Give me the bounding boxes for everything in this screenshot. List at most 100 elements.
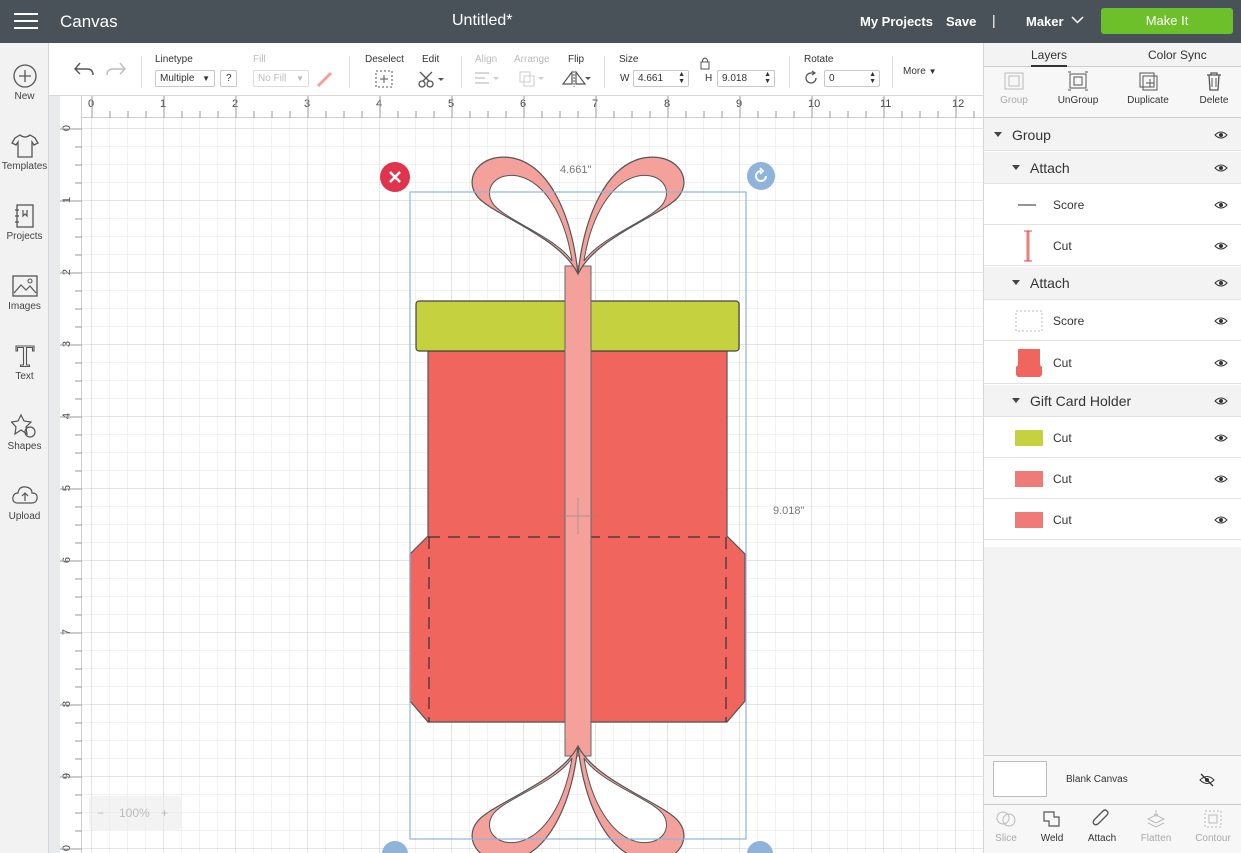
lock-handle-icon[interactable] [382, 841, 408, 853]
align-icon[interactable] [473, 70, 501, 88]
resize-handle-icon[interactable] [747, 841, 773, 853]
toolbar-divider [789, 56, 790, 88]
eye-icon[interactable] [1214, 278, 1228, 288]
sidebar-item-templates[interactable]: Templates [0, 133, 49, 172]
layer-gift-card-holder[interactable]: Gift Card Holder [984, 385, 1241, 417]
eye-icon[interactable] [1214, 433, 1228, 443]
fill-select[interactable]: No Fill ▼ [253, 70, 309, 87]
scissors-edit-icon[interactable] [417, 69, 445, 89]
eye-icon[interactable] [1214, 163, 1228, 173]
layer-cut[interactable]: Cut [984, 500, 1241, 540]
layer-score[interactable]: Score [984, 301, 1241, 341]
layer-name: Gift Card Holder [1030, 392, 1132, 409]
edit-label: Edit [422, 54, 440, 65]
eye-icon[interactable] [1214, 396, 1228, 406]
plus-circle-icon [12, 64, 37, 88]
pen-color-icon[interactable] [315, 69, 335, 89]
collapse-triangle-icon[interactable] [1012, 164, 1020, 170]
undo-icon[interactable] [73, 61, 95, 79]
sidebar-item-shapes[interactable]: Shapes [0, 413, 49, 452]
top-bow-loop-left [489, 174, 573, 262]
layer-score[interactable]: Score [984, 185, 1241, 225]
group-icon [1004, 72, 1024, 90]
contour-button[interactable]: Contour [1183, 809, 1241, 844]
layer-cut[interactable]: Cut [984, 342, 1241, 384]
rotate-input[interactable]: 0 ▲ ▼ [824, 70, 880, 87]
collapse-triangle-icon[interactable] [1012, 280, 1020, 285]
height-input[interactable]: 9.018 ▲ ▼ [717, 70, 775, 87]
eye-icon[interactable] [1214, 358, 1228, 368]
layer-name: Cut [1053, 355, 1072, 370]
width-input[interactable]: 4.661 ▲ ▼ [633, 70, 689, 87]
deselect-icon[interactable] [374, 69, 394, 89]
document-title[interactable]: Untitled* [452, 12, 512, 30]
eye-icon[interactable] [1214, 515, 1228, 525]
layer-cut[interactable]: Cut [984, 226, 1241, 266]
hamburger-menu-icon[interactable] [14, 13, 38, 31]
arrange-icon[interactable] [518, 70, 546, 88]
tab-layers[interactable]: Layers [1031, 48, 1068, 67]
design-canvas[interactable]: 4.661" 9.018" [60, 96, 983, 853]
zoom-in-button[interactable]: + [161, 806, 168, 820]
sidebar-item-text[interactable]: Text [0, 343, 49, 382]
redo-icon[interactable] [105, 61, 127, 79]
linetype-help-button[interactable]: ? [220, 70, 237, 87]
sidebar-item-projects[interactable]: Projects [0, 203, 49, 242]
top-bow-loop-right [583, 174, 667, 262]
layer-cut[interactable]: Cut [984, 418, 1241, 458]
tab-color-sync[interactable]: Color Sync [1148, 48, 1207, 62]
layer-name: Attach [1030, 159, 1070, 176]
flip-icon[interactable] [561, 70, 591, 88]
sidebar-item-upload[interactable]: Upload [0, 483, 49, 522]
layer-attach[interactable]: Attach [984, 152, 1241, 184]
eye-icon[interactable] [1214, 200, 1228, 210]
linetype-select[interactable]: Multiple ▼ [155, 70, 215, 87]
my-projects-link[interactable]: My Projects [860, 14, 933, 29]
attach-label: Attach [1087, 833, 1117, 844]
eye-hidden-icon[interactable] [1199, 773, 1215, 787]
more-menu[interactable]: More ▼ [903, 66, 937, 77]
toolbar-divider [604, 56, 605, 88]
selection-height-label: 9.018" [773, 505, 805, 517]
sidebar-item-label: New [14, 91, 35, 102]
rotate-handle-icon[interactable] [747, 162, 775, 190]
flatten-button[interactable]: Flatten [1126, 809, 1186, 844]
lid-thumbnail [1015, 429, 1043, 446]
bottom-actions: Slice Weld Attach Flatten Contour [984, 804, 1241, 853]
duplicate-button[interactable]: Duplicate [1118, 71, 1178, 106]
machine-selector[interactable]: Maker [1026, 14, 1064, 29]
delete-handle-icon[interactable] [380, 162, 410, 192]
stepper-icon[interactable]: ▲ ▼ [869, 71, 876, 85]
lock-icon[interactable] [699, 56, 711, 70]
gift-card-holder-design[interactable] [60, 96, 983, 853]
ungroup-button[interactable]: UnGroup [1048, 71, 1108, 106]
sidebar-item-label: Text [15, 371, 34, 382]
sidebar-item-new[interactable]: New [0, 63, 49, 102]
group-button[interactable]: Group [984, 71, 1044, 106]
save-link[interactable]: Save [946, 14, 976, 29]
blank-canvas-row[interactable]: Blank Canvas [984, 755, 1241, 803]
chevron-down-icon[interactable] [1071, 13, 1084, 26]
left-sidebar: New Templates Projects Images Text Shape… [0, 43, 49, 853]
layer-group[interactable]: Group [984, 119, 1241, 151]
sidebar-item-images[interactable]: Images [0, 273, 49, 312]
eye-icon[interactable] [1214, 130, 1228, 140]
eye-icon[interactable] [1214, 474, 1228, 484]
attach-button[interactable]: Attach [1072, 809, 1132, 844]
collapse-triangle-icon[interactable] [1012, 397, 1020, 403]
stepper-icon[interactable]: ▲ ▼ [678, 71, 685, 85]
make-it-button[interactable]: Make It [1101, 8, 1233, 34]
blank-canvas-thumbnail [993, 761, 1047, 797]
eye-icon[interactable] [1214, 241, 1228, 251]
layer-cut[interactable]: Cut [984, 459, 1241, 499]
slice-label: Slice [995, 833, 1017, 844]
delete-button[interactable]: Delete [1184, 71, 1241, 106]
flatten-icon [1146, 810, 1166, 828]
height-label: H [705, 73, 713, 84]
layer-attach[interactable]: Attach [984, 267, 1241, 300]
zoom-out-button[interactable]: − [97, 806, 104, 820]
app-title: Canvas [60, 12, 118, 31]
eye-icon[interactable] [1214, 316, 1228, 326]
collapse-triangle-icon[interactable] [994, 131, 1002, 137]
stepper-icon[interactable]: ▲ ▼ [764, 71, 771, 85]
